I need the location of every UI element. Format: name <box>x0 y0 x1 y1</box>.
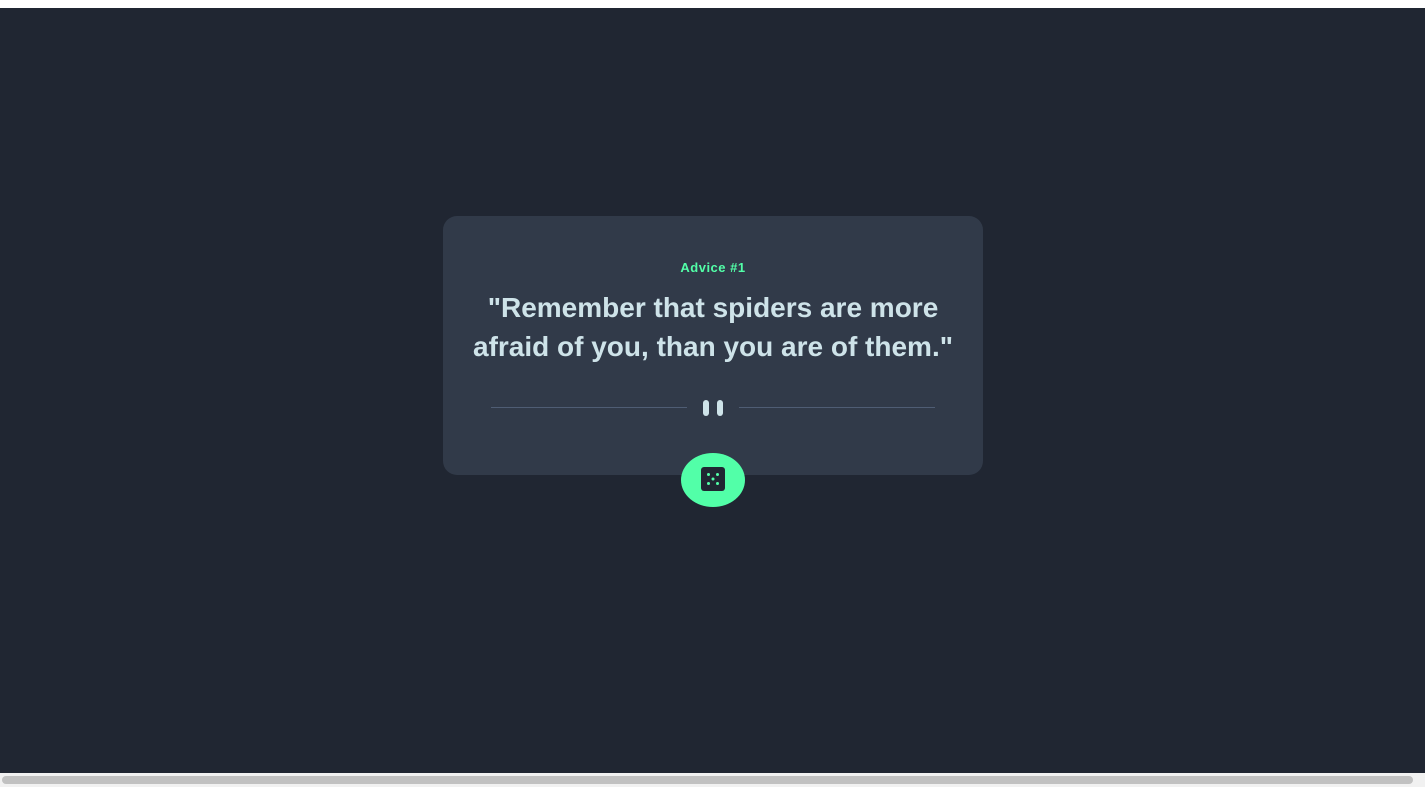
pause-icon <box>703 400 723 416</box>
advice-quote: "Remember that spiders are more afraid o… <box>473 292 953 362</box>
page-background: Advice #1 "Remember that spiders are mor… <box>0 8 1425 773</box>
divider <box>491 400 935 416</box>
dice-icon <box>701 467 725 491</box>
advice-card: Advice #1 "Remember that spiders are mor… <box>443 216 983 475</box>
divider-line-left <box>491 407 687 408</box>
advice-number: Advice #1 <box>680 260 746 275</box>
generate-advice-button[interactable] <box>681 453 745 507</box>
horizontal-scrollbar[interactable] <box>0 773 1425 787</box>
divider-line-right <box>739 407 935 408</box>
scrollbar-thumb[interactable] <box>2 776 1413 784</box>
